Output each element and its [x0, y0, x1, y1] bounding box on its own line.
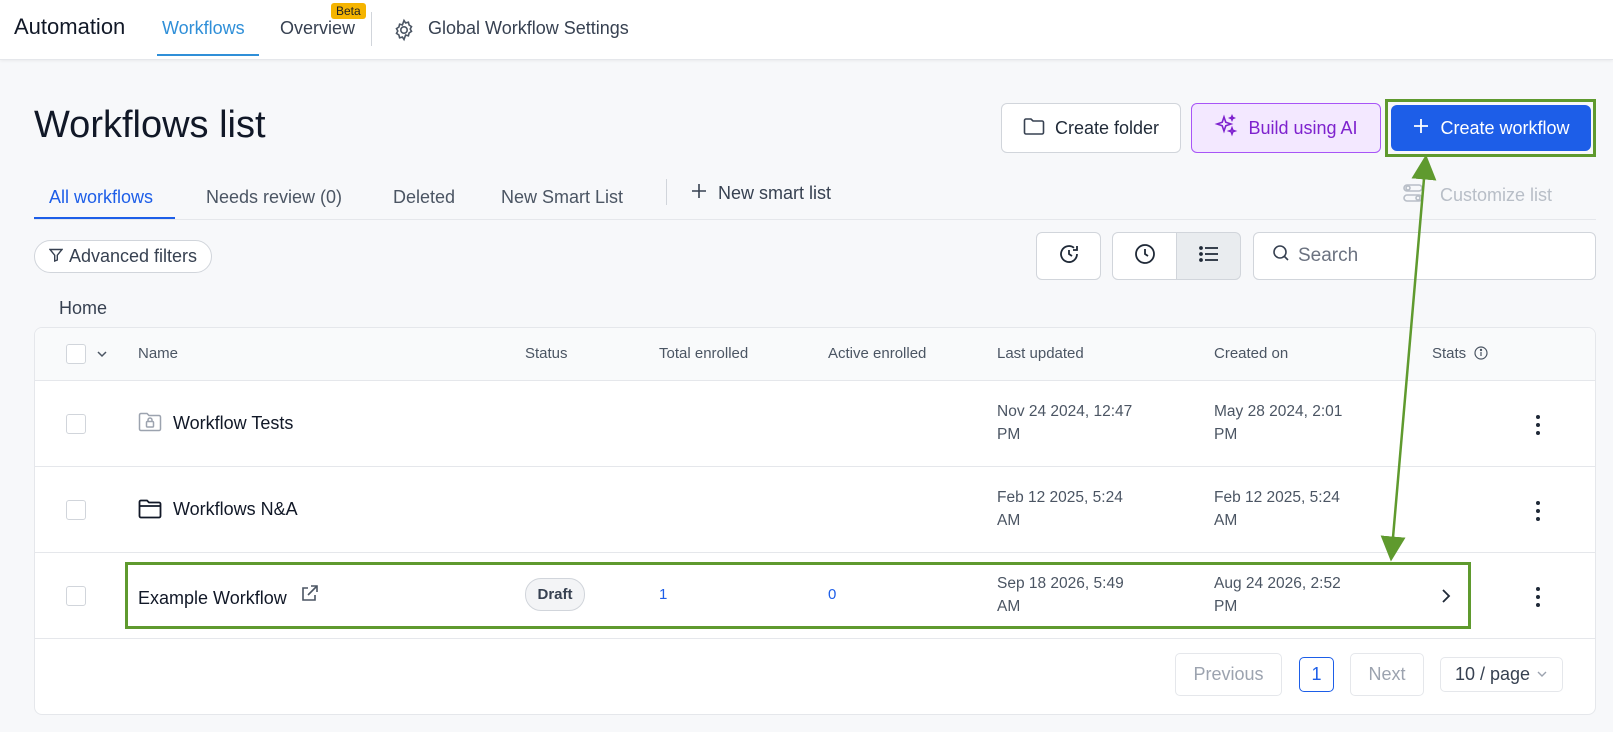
create-workflow-label: Create workflow	[1440, 117, 1570, 138]
recent-view-button[interactable]	[1112, 232, 1177, 280]
next-page-button[interactable]: Next	[1350, 653, 1424, 696]
sparkle-icon	[1214, 113, 1238, 143]
column-header-last-updated[interactable]: Last updated	[997, 345, 1084, 362]
page-title: Workflows list	[34, 104, 266, 146]
chevron-right-icon[interactable]	[1440, 588, 1452, 609]
total-enrolled-link[interactable]: 1	[659, 586, 667, 603]
last-updated-date: Nov 24 2024, 12:47	[997, 403, 1133, 420]
created-on-date: Feb 12 2025, 5:24	[1214, 489, 1340, 506]
page-number-button[interactable]: 1	[1299, 657, 1334, 692]
row-checkbox[interactable]	[66, 500, 86, 520]
new-smart-list-label: New smart list	[718, 183, 832, 203]
tab-deleted[interactable]: Deleted	[393, 187, 455, 208]
last-updated-date: Feb 12 2025, 5:24	[997, 489, 1123, 506]
clock-icon	[1133, 242, 1157, 271]
last-updated-cell: Feb 12 2025, 5:24 AM	[997, 486, 1147, 532]
info-icon[interactable]	[1474, 346, 1488, 365]
advanced-filters-label: Advanced filters	[68, 246, 198, 266]
external-link-icon[interactable]	[299, 584, 319, 609]
column-header-name[interactable]: Name	[138, 345, 178, 362]
folder-name[interactable]: Workflow Tests	[173, 413, 293, 434]
create-folder-label: Create folder	[1054, 117, 1160, 138]
filter-icon	[48, 246, 64, 267]
search-icon	[1272, 244, 1290, 268]
list-tabs: All workflows Needs review (0) Deleted N…	[34, 175, 1596, 220]
beta-badge: Beta	[331, 3, 366, 19]
app-title: Automation	[14, 14, 126, 39]
more-options-icon[interactable]	[1535, 415, 1541, 435]
list-view-button[interactable]	[1176, 232, 1241, 280]
folder-icon	[1023, 116, 1045, 141]
last-updated-meridiem: AM	[997, 512, 1021, 529]
breadcrumb[interactable]: Home	[59, 298, 107, 319]
page-size-label: 10 / page	[1454, 664, 1531, 684]
select-all-checkbox[interactable]	[66, 344, 86, 364]
workflow-name[interactable]: Example Workflow	[138, 588, 287, 609]
column-header-total-enrolled[interactable]: Total enrolled	[659, 345, 748, 362]
tab-separator	[666, 179, 667, 205]
folder-icon	[138, 498, 162, 525]
history-view-button[interactable]	[1036, 232, 1101, 280]
chevron-down-icon[interactable]	[96, 347, 108, 365]
customize-list-label: Customize list	[1440, 185, 1553, 205]
active-enrolled-link[interactable]: 0	[828, 586, 836, 603]
row-checkbox[interactable]	[66, 414, 86, 434]
global-workflow-settings-link[interactable]: Global Workflow Settings	[428, 18, 629, 39]
created-on-cell: May 28 2024, 2:01 PM	[1214, 400, 1364, 446]
top-nav: Automation Workflows Overview Beta Globa…	[0, 0, 1613, 60]
previous-page-button[interactable]: Previous	[1175, 653, 1282, 696]
last-updated-meridiem: AM	[997, 598, 1021, 615]
tab-needs-review[interactable]: Needs review (0)	[206, 187, 342, 208]
gear-icon[interactable]	[392, 18, 416, 47]
chevron-down-icon	[1536, 664, 1548, 685]
table-row[interactable]: Workflows N&A Feb 12 2025, 5:24 AM Feb 1…	[35, 467, 1595, 553]
new-smart-list-button[interactable]: New smart list	[690, 182, 831, 205]
tab-active-underline	[157, 54, 259, 56]
column-header-stats: Stats	[1432, 345, 1467, 362]
created-on-meridiem: PM	[1214, 598, 1238, 615]
folder-name[interactable]: Workflows N&A	[173, 499, 298, 520]
history-clock-icon	[1057, 242, 1081, 271]
status-badge: Draft	[525, 578, 585, 611]
advanced-filters-button[interactable]: Advanced filters	[34, 240, 212, 273]
last-updated-cell: Nov 24 2024, 12:47 PM	[997, 400, 1147, 446]
tab-new-smart-list[interactable]: New Smart List	[501, 187, 623, 208]
customize-list-button[interactable]: Customize list	[1402, 182, 1552, 209]
plus-icon	[1412, 117, 1430, 140]
last-updated-date: Sep 18 2026, 5:49	[997, 575, 1124, 592]
search-box[interactable]	[1253, 232, 1596, 280]
toggles-icon	[1402, 182, 1424, 209]
tab-all-workflows[interactable]: All workflows	[49, 187, 153, 208]
search-input[interactable]	[1298, 245, 1578, 267]
created-on-meridiem: PM	[1214, 426, 1238, 443]
table-header: Name Status Total enrolled Active enroll…	[35, 328, 1595, 381]
build-using-ai-label: Build using AI	[1248, 117, 1358, 138]
last-updated-cell: Sep 18 2026, 5:49 AM	[997, 572, 1147, 618]
create-folder-button[interactable]: Create folder	[1001, 103, 1181, 153]
list-icon	[1197, 242, 1221, 271]
plus-icon	[690, 182, 708, 205]
tab-overview[interactable]: Overview	[280, 18, 355, 39]
tab-workflows[interactable]: Workflows	[162, 18, 245, 39]
last-updated-meridiem: PM	[997, 426, 1021, 443]
created-on-meridiem: AM	[1214, 512, 1238, 529]
table-row[interactable]: Example Workflow Draft 1 0 Sep 18 2026, …	[35, 553, 1595, 639]
column-header-status[interactable]: Status	[525, 345, 568, 362]
column-header-created-on[interactable]: Created on	[1214, 345, 1288, 362]
column-header-active-enrolled[interactable]: Active enrolled	[828, 345, 926, 362]
table-row[interactable]: Workflow Tests Nov 24 2024, 12:47 PM May…	[35, 381, 1595, 467]
nav-divider	[371, 12, 372, 46]
create-workflow-button[interactable]: Create workflow	[1391, 105, 1591, 151]
created-on-cell: Feb 12 2025, 5:24 AM	[1214, 486, 1364, 532]
page-size-select[interactable]: 10 / page	[1440, 657, 1563, 692]
more-options-icon[interactable]	[1535, 587, 1541, 607]
created-on-date: May 28 2024, 2:01	[1214, 403, 1343, 420]
row-checkbox[interactable]	[66, 586, 86, 606]
locked-folder-icon	[138, 411, 162, 438]
more-options-icon[interactable]	[1535, 501, 1541, 521]
build-using-ai-button[interactable]: Build using AI	[1191, 103, 1381, 153]
created-on-date: Aug 24 2026, 2:52	[1214, 575, 1341, 592]
list-tab-underline	[34, 217, 175, 219]
created-on-cell: Aug 24 2026, 2:52 PM	[1214, 572, 1364, 618]
